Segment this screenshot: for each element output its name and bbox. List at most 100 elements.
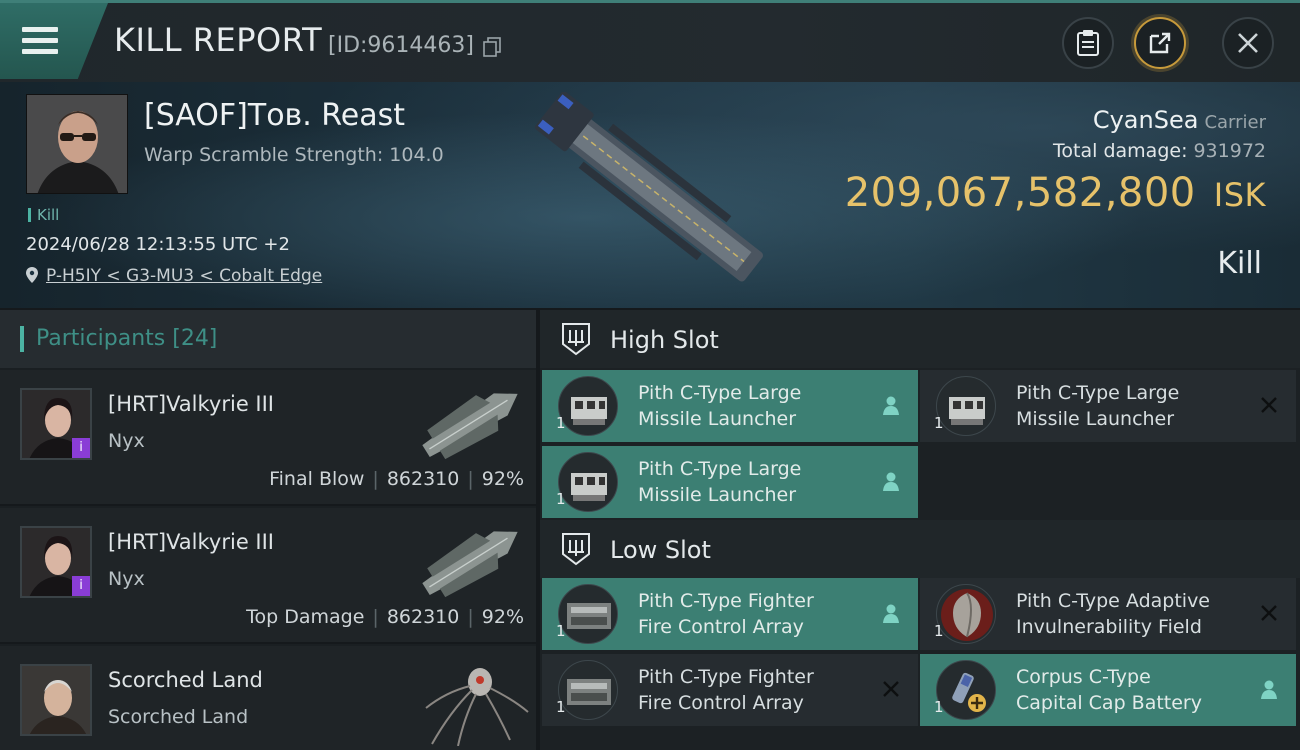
- participant-percent: 92%: [481, 606, 524, 628]
- high-slot-header: High Slot: [540, 310, 1300, 368]
- menu-icon: [22, 27, 58, 55]
- module-slot[interactable]: 1 Pith C-Type Large Missile Launcher: [920, 370, 1296, 442]
- module-name-line2: Fire Control Array: [638, 616, 804, 638]
- participant-stats: Final Blow | 862310 | 92%: [269, 468, 524, 490]
- participant-name[interactable]: [HRT]Valkyrie III: [108, 392, 274, 416]
- destroyed-x-icon: [1261, 605, 1277, 621]
- fighter-fire-control-icon: [558, 660, 618, 720]
- shield-icon: [936, 584, 996, 644]
- participant-row[interactable]: i [HRT]Valkyrie III Nyx Final Blow | 86231…: [0, 370, 536, 506]
- low-slot-label: Low Slot: [610, 536, 711, 564]
- module-name: Pith C-Type Large Missile Launcher: [638, 380, 878, 432]
- participant-name[interactable]: Scorched Land: [108, 668, 263, 692]
- participant-ship-image: [425, 668, 529, 746]
- module-name: Pith C-Type Adaptive Invulnerability Fiel…: [1016, 588, 1256, 640]
- participants-panel: Participants [24] i [HRT]Valkyrie III Ny…: [0, 310, 536, 750]
- report-id: [ID:9614463]: [328, 33, 474, 58]
- stat-separator: |: [467, 468, 474, 490]
- missile-launcher-icon: [558, 376, 618, 436]
- module-name-line1: Pith C-Type Adaptive: [1016, 590, 1210, 612]
- participants-label: Participants: [36, 326, 166, 351]
- module-quantity: 1: [556, 490, 566, 508]
- module-name-line2: Fire Control Array: [638, 692, 804, 714]
- warp-scramble-strength: Warp Scramble Strength: 104.0: [144, 144, 444, 166]
- high-slot-icon: [562, 323, 590, 356]
- module-name-line2: Missile Launcher: [638, 484, 797, 506]
- module-name: Pith C-Type Fighter Fire Control Array: [638, 664, 878, 716]
- participant-percent: 92%: [481, 468, 524, 490]
- victim-pilot-name[interactable]: [SAOF]Тов. Reast: [144, 98, 405, 133]
- low-slot-icon: [562, 533, 590, 566]
- victim-ship[interactable]: CyanSea Carrier: [1093, 106, 1266, 134]
- victim-portrait[interactable]: [26, 94, 128, 194]
- participant-ship: Nyx: [108, 430, 145, 452]
- person-icon: [883, 604, 899, 623]
- module-name-line1: Pith C-Type Large: [1016, 382, 1180, 404]
- kill-tag: Kill: [28, 206, 59, 224]
- share-button[interactable]: [1134, 17, 1186, 69]
- module-name-line2: Invulnerability Field: [1016, 616, 1202, 638]
- isk-unit: ISK: [1213, 176, 1266, 214]
- module-slot[interactable]: 1 Pith C-Type Adaptive Invulnerability Fi…: [920, 578, 1296, 650]
- participant-avatar: i: [20, 526, 92, 598]
- module-quantity: 1: [556, 414, 566, 432]
- clipboard-icon: [1077, 30, 1099, 56]
- kill-tag-label: Kill: [37, 206, 60, 224]
- module-name: Pith C-Type Fighter Fire Control Array: [638, 588, 878, 640]
- module-slot[interactable]: 1 Pith C-Type Fighter Fire Control Array: [542, 578, 918, 650]
- destroyed-x-icon: [883, 681, 899, 697]
- kill-location[interactable]: P-H5IY < G3-MU3 < Cobalt Edge: [26, 266, 322, 286]
- stat-separator: |: [372, 468, 379, 490]
- participant-ship-image: [422, 393, 518, 460]
- participant-damage: 862310: [386, 468, 460, 490]
- participant-row[interactable]: i [HRT]Valkyrie III Nyx Top Damage | 86231…: [0, 508, 536, 644]
- participant-ship: Scorched Land: [108, 706, 249, 728]
- module-quantity: 1: [934, 414, 944, 432]
- person-icon: [1261, 680, 1277, 699]
- destroyed-x-icon: [1261, 397, 1277, 413]
- participant-ship: Nyx: [108, 568, 145, 590]
- missile-launcher-icon: [558, 452, 618, 512]
- participants-header[interactable]: Participants [24]: [0, 310, 536, 368]
- header-accent-bar: [20, 326, 24, 352]
- module-slot[interactable]: 1 Pith C-Type Large Missile Launcher: [542, 446, 918, 518]
- fighter-fire-control-icon: [558, 584, 618, 644]
- corp-badge-icon: i: [72, 438, 90, 458]
- participant-row[interactable]: Scorched Land Scorched Land: [0, 646, 536, 750]
- total-damage-label: Total damage:: [1053, 140, 1188, 162]
- module-name-line1: Pith C-Type Large: [638, 458, 802, 480]
- module-slot[interactable]: 1 Pith C-Type Large Missile Launcher: [542, 370, 918, 442]
- close-button[interactable]: [1222, 17, 1274, 69]
- participant-role: Top Damage: [246, 606, 365, 628]
- participants-label-group: Participants [24]: [36, 326, 217, 351]
- module-name-line2: Capital Cap Battery: [1016, 692, 1202, 714]
- module-quantity: 1: [556, 622, 566, 640]
- location-pin-icon: [26, 267, 38, 283]
- page-title: KILL REPORT: [114, 21, 323, 59]
- title-bar: KILL REPORT [ID:9614463]: [0, 0, 1300, 82]
- clipboard-button[interactable]: [1062, 17, 1114, 69]
- participant-damage: 862310: [386, 606, 460, 628]
- module-quantity: 1: [934, 698, 944, 716]
- person-icon: [883, 396, 899, 415]
- copy-icon[interactable]: [483, 37, 501, 57]
- menu-button[interactable]: [0, 3, 108, 79]
- share-icon: [1149, 32, 1171, 54]
- stat-separator: |: [467, 606, 474, 628]
- module-name-line1: Pith C-Type Large: [638, 382, 802, 404]
- victim-ship-name: CyanSea: [1092, 106, 1199, 134]
- module-name-line2: Missile Launcher: [1016, 408, 1175, 430]
- participant-name[interactable]: [HRT]Valkyrie III: [108, 530, 274, 554]
- participant-avatar: [20, 664, 92, 736]
- participant-stats: Top Damage | 862310 | 92%: [246, 606, 524, 628]
- module-slot[interactable]: 1 Pith C-Type Fighter Fire Control Array: [542, 654, 918, 726]
- module-slot[interactable]: 1 Corpus C-Type Capital Cap Battery: [920, 654, 1296, 726]
- victim-ship-image: [535, 92, 763, 282]
- isk-amount: 209,067,582,800: [844, 170, 1196, 216]
- missile-launcher-icon: [936, 376, 996, 436]
- module-name-line1: Pith C-Type Fighter: [638, 666, 814, 688]
- location-link[interactable]: P-H5IY < G3-MU3 < Cobalt Edge: [46, 266, 322, 286]
- module-quantity: 1: [556, 698, 566, 716]
- module-name-line1: Pith C-Type Fighter: [638, 590, 814, 612]
- fitting-panel: High Slot 1 Pith C-Type Large Missile Lau…: [540, 310, 1300, 750]
